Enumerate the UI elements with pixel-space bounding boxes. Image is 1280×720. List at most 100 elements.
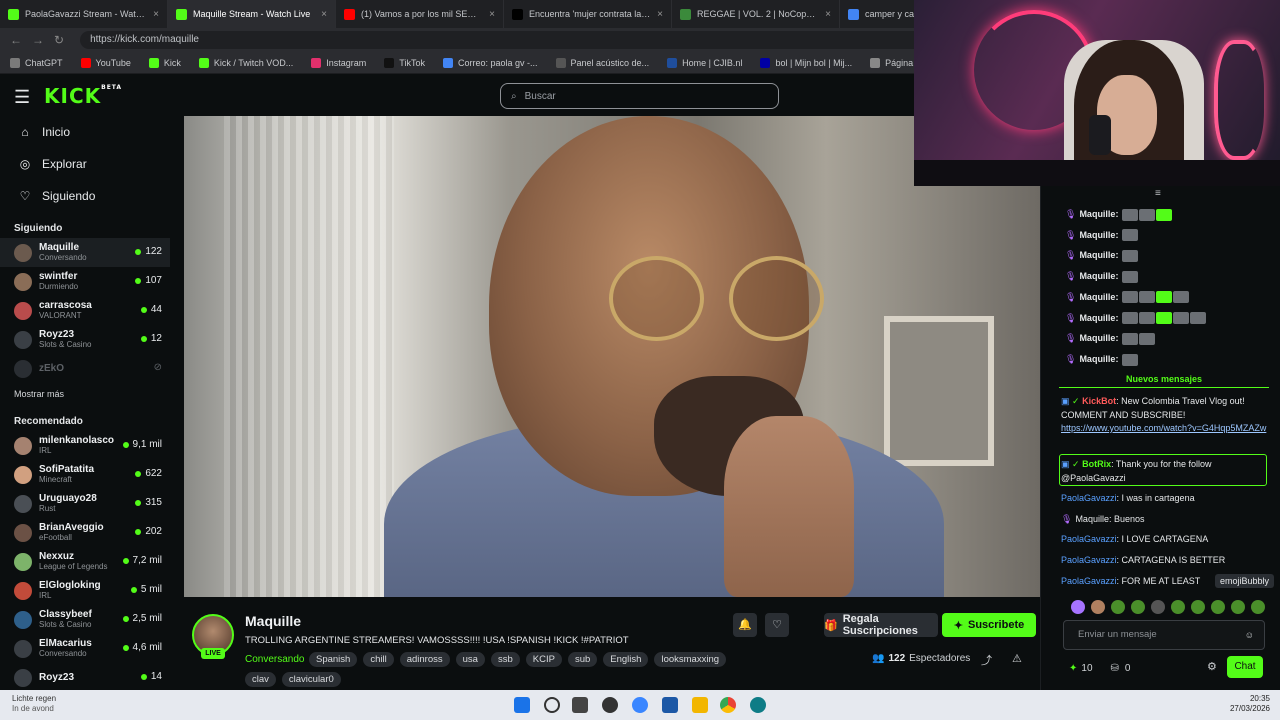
back-icon[interactable]: ←	[10, 33, 22, 47]
gear-icon[interactable]: ⚙	[1207, 660, 1217, 673]
channel-item[interactable]: Maquille Conversando 122	[0, 238, 170, 267]
channel-item[interactable]: Royz23 Slots & Casino 12	[0, 325, 170, 354]
browser-tab[interactable]: Encuentra 'mujer contrata latinos' ×	[504, 0, 672, 28]
tag-chip[interactable]: looksmaxxing	[654, 652, 727, 667]
url-input[interactable]: https://kick.com/maquille	[80, 31, 941, 49]
menu-icon[interactable]: ☰	[14, 87, 30, 108]
close-icon[interactable]: ×	[825, 9, 831, 20]
chat-username[interactable]: Maquille:	[1079, 354, 1118, 364]
channel-item[interactable]: Nexxuz League of Legends 7,2 mil	[0, 547, 170, 576]
emote-icon[interactable]	[1231, 600, 1245, 614]
emote-icon[interactable]	[1191, 600, 1205, 614]
chat-username[interactable]: Maquille:	[1079, 271, 1118, 281]
emote-icon[interactable]	[1131, 600, 1145, 614]
browser-tab[interactable]: Maquille Stream - Watch Live ×	[168, 0, 336, 28]
emote-icon[interactable]	[1111, 600, 1125, 614]
video-player[interactable]	[184, 116, 1040, 597]
tag-chip[interactable]: adinross	[399, 652, 450, 667]
heart-icon[interactable]: ♡	[765, 613, 789, 637]
search-input[interactable]: ⌕ Buscar	[500, 83, 779, 109]
channel-item[interactable]: ElGlogloking IRL 5 mil	[0, 576, 170, 605]
chat-collapse-icon[interactable]: ≡	[1155, 188, 1161, 199]
channel-item[interactable]: Royz23 14	[0, 663, 170, 690]
chat-username[interactable]: Maquille:	[1079, 292, 1118, 302]
tag-chip[interactable]: clavicular0	[281, 672, 341, 687]
chat-username[interactable]: PaolaGavazzi	[1061, 576, 1117, 586]
stream-category[interactable]: Conversando	[245, 654, 304, 665]
emote-icon[interactable]	[1151, 600, 1165, 614]
channel-item[interactable]: Classybeef Slots & Casino 2,5 mil	[0, 605, 170, 634]
app-icon[interactable]	[750, 697, 766, 713]
show-more-link[interactable]: Mostrar más	[0, 383, 170, 405]
streamer-name[interactable]: Maquille	[245, 613, 301, 629]
chat-username[interactable]: Maquille:	[1079, 209, 1118, 219]
channel-item[interactable]: carrascosa VALORANT 44	[0, 296, 170, 325]
bookmark-item[interactable]: TikTok	[384, 57, 425, 68]
chat-username[interactable]: PaolaGavazzi	[1061, 493, 1117, 503]
bookmark-item[interactable]: bol | Mijn bol | Mij...	[760, 57, 852, 68]
channel-item[interactable]: ElMacarius Conversando 4,6 mil	[0, 634, 170, 663]
channel-item[interactable]: milenkanolasco IRL 9,1 mil	[0, 431, 170, 460]
chat-username[interactable]: KickBot	[1082, 396, 1116, 406]
bookmark-item[interactable]: Kick / Twitch VOD...	[198, 57, 293, 68]
bookmark-item[interactable]: Home | CJIB.nl	[667, 57, 742, 68]
bookmark-item[interactable]: Correo: paola gv -...	[442, 57, 538, 68]
tag-chip[interactable]: KCIP	[525, 652, 562, 667]
browser-tab[interactable]: (1) Vamos a por los mil SEGUIDO... ×	[336, 0, 504, 28]
chat-username[interactable]: Maquille:	[1079, 230, 1118, 240]
bookmark-item[interactable]: ChatGPT	[10, 57, 63, 68]
start-icon[interactable]	[514, 697, 530, 713]
chat-username[interactable]: PaolaGavazzi	[1061, 555, 1117, 565]
store-icon[interactable]	[662, 697, 678, 713]
report-icon[interactable]: ⚠	[1012, 652, 1022, 665]
channel-item[interactable]: SofiPatatita Minecraft 622	[0, 460, 170, 489]
tag-chip[interactable]: ssb	[490, 652, 520, 667]
channel-item[interactable]: BrianAveggio eFootball 202	[0, 518, 170, 547]
points-icon[interactable]: ✦	[1069, 663, 1077, 674]
tag-chip[interactable]: chill	[363, 652, 394, 667]
close-icon[interactable]: ×	[657, 9, 663, 20]
subscribe-button[interactable]: ✦ Suscribete	[942, 613, 1036, 637]
bookmark-item[interactable]: Panel acústico de...	[555, 57, 649, 68]
send-chat-button[interactable]: Chat	[1227, 656, 1263, 678]
drops-icon[interactable]: ⛁	[1111, 663, 1119, 674]
folder-icon[interactable]	[692, 697, 708, 713]
browser-tab[interactable]: PaolaGavazzi Stream - Watch Live ×	[0, 0, 168, 28]
tag-chip[interactable]: usa	[455, 652, 485, 667]
sidebar-item-inicio[interactable]: ⌂ Inicio	[0, 116, 170, 148]
close-icon[interactable]: ×	[153, 9, 159, 20]
chrome-icon[interactable]	[720, 697, 736, 713]
emote-icon[interactable]	[1091, 600, 1105, 614]
chat-input[interactable]: Enviar un mensaje ☺	[1063, 620, 1265, 650]
sidebar-item-siguiendo[interactable]: ♡ Siguiendo	[0, 180, 170, 212]
emote-icon[interactable]	[1211, 600, 1225, 614]
chat-username[interactable]: PaolaGavazzi	[1061, 534, 1117, 544]
system-tray[interactable]: 20:35 27/03/2026	[1230, 694, 1270, 714]
reload-icon[interactable]: ↻	[54, 33, 64, 47]
forward-icon[interactable]: →	[32, 33, 44, 47]
sidebar-item-explorar[interactable]: ◎ Explorar	[0, 148, 170, 180]
chat-username[interactable]: Maquille:	[1079, 313, 1118, 323]
emote-icon[interactable]	[1171, 600, 1185, 614]
tag-chip[interactable]: Spanish	[309, 652, 358, 667]
bookmark-item[interactable]: Instagram	[311, 57, 366, 68]
task-view-icon[interactable]	[572, 697, 588, 713]
share-icon[interactable]: ⤴	[981, 652, 992, 668]
tag-chip[interactable]: English	[603, 652, 649, 667]
emote-icon[interactable]	[1071, 600, 1085, 614]
tag-chip[interactable]: sub	[567, 652, 598, 667]
weather-widget[interactable]: Lichte regen In de avond	[12, 694, 56, 714]
bell-icon[interactable]: 🔔	[733, 613, 757, 637]
search-icon[interactable]	[544, 697, 560, 713]
tag-chip[interactable]: clav	[245, 672, 276, 687]
channel-item[interactable]: Uruguayo28 Rust 315	[0, 489, 170, 518]
channel-item[interactable]: swintfer Durmiendo 107	[0, 267, 170, 296]
chat-username[interactable]: BotRix	[1082, 459, 1111, 469]
gift-subs-button[interactable]: 🎁 Regala Suscripciones	[824, 613, 938, 637]
emoji-icon[interactable]: ☺	[1245, 621, 1254, 649]
chat-username[interactable]: Maquille:	[1079, 333, 1118, 343]
edge-icon[interactable]	[632, 697, 648, 713]
close-icon[interactable]: ×	[321, 9, 327, 20]
chat-link[interactable]: https://www.youtube.com/watch?v=G4Hqp5MZ…	[1061, 423, 1266, 433]
browser-tab[interactable]: REGGAE | VOL. 2 | NoCopyrightVo ×	[672, 0, 840, 28]
